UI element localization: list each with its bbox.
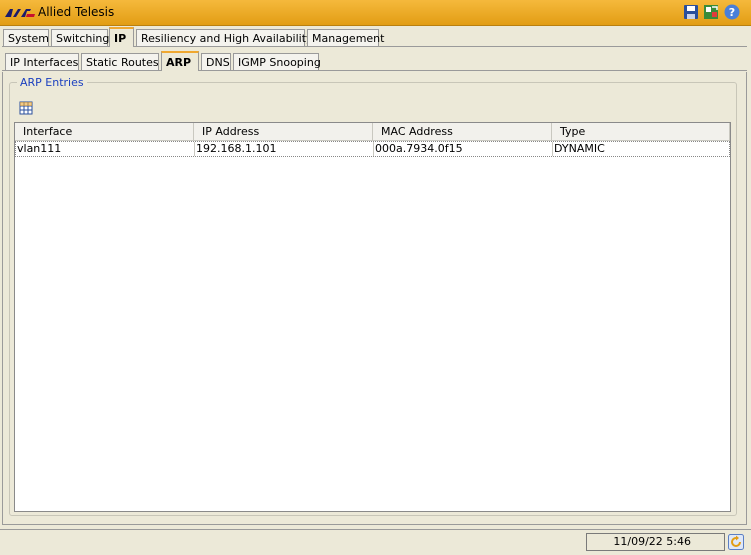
status-bar: 11/09/22 5:46: [0, 529, 751, 555]
tab-system[interactable]: System: [3, 29, 49, 46]
tab-switching[interactable]: Switching: [51, 29, 109, 46]
column-header-ip-address[interactable]: IP Address: [194, 123, 373, 140]
tab-resiliency[interactable]: Resiliency and High Availability: [136, 29, 313, 46]
refresh-icon[interactable]: [728, 534, 744, 550]
column-header-interface[interactable]: Interface: [15, 123, 194, 140]
arp-table: Interface IP Address MAC Address Type vl…: [14, 122, 731, 512]
title-bar: Allied Telesis ?: [0, 0, 751, 26]
app-title: Allied Telesis: [38, 5, 115, 19]
allied-telesis-logo: [5, 9, 35, 17]
cell-ip-address: 192.168.1.101: [195, 142, 374, 156]
table-row[interactable]: vlan111 192.168.1.101 000a.7934.0f15 DYN…: [15, 141, 730, 157]
arp-entries-title: ARP Entries: [17, 76, 87, 89]
tab-arp[interactable]: ARP: [161, 51, 199, 71]
sub-tab-divider: [2, 70, 747, 71]
help-icon[interactable]: ?: [724, 4, 740, 20]
svg-text:?: ?: [729, 6, 735, 19]
tab-ip[interactable]: IP: [109, 27, 134, 47]
cell-type: DYNAMIC: [554, 142, 605, 155]
table-header: Interface IP Address MAC Address Type: [15, 123, 730, 141]
column-header-mac-address[interactable]: MAC Address: [373, 123, 552, 140]
datetime-display: 11/09/22 5:46: [586, 533, 725, 551]
tab-ip-interfaces[interactable]: IP Interfaces: [5, 53, 79, 70]
cell-mac-address: 000a.7934.0f15: [374, 142, 553, 156]
tab-management[interactable]: Management: [307, 29, 384, 46]
tab-dns[interactable]: DNS: [201, 53, 231, 70]
cell-interface: vlan111: [16, 142, 195, 156]
export-icon[interactable]: [703, 4, 719, 20]
tab-static-routes[interactable]: Static Routes: [81, 53, 159, 70]
table-settings-icon[interactable]: [18, 100, 34, 116]
column-header-type[interactable]: Type: [552, 123, 730, 140]
save-icon[interactable]: [683, 4, 699, 20]
tab-igmp-snooping[interactable]: IGMP Snooping: [233, 53, 321, 70]
